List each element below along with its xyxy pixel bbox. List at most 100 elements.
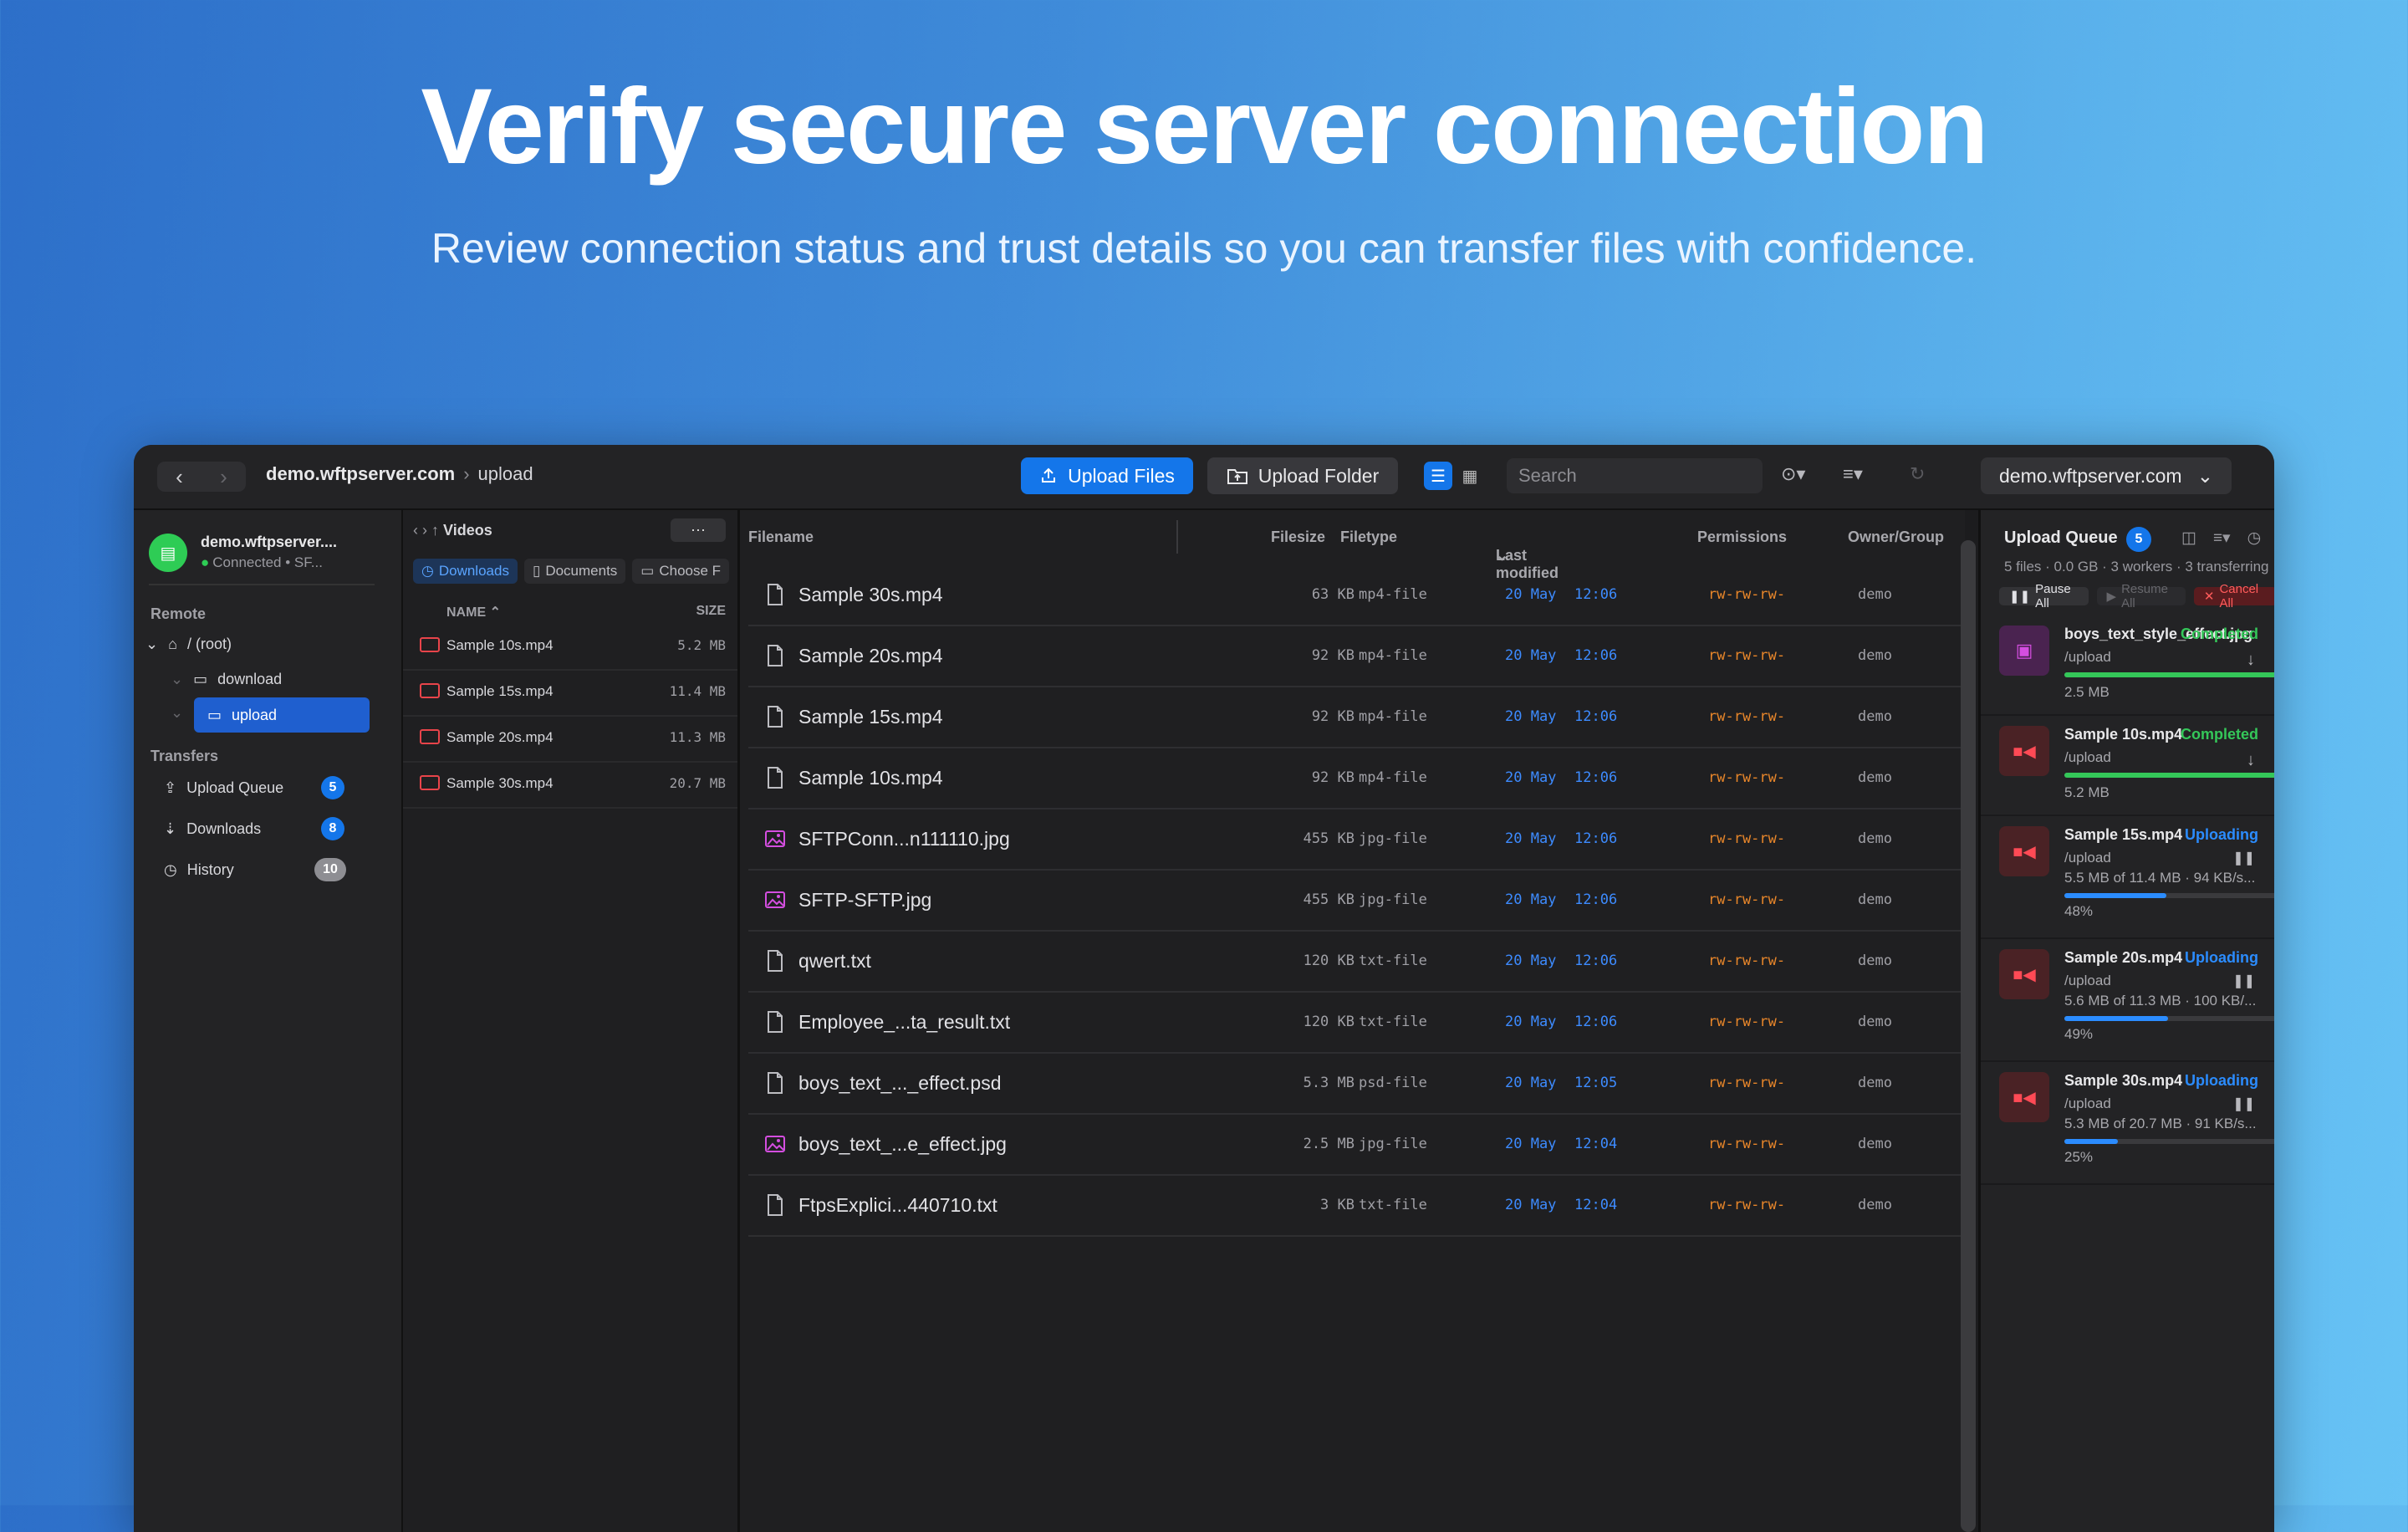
table-row[interactable]: Sample 20s.mp4 92 KB mp4-file 20 May 12:06 rw…: [748, 626, 1965, 687]
column-size[interactable]: SIZE: [696, 604, 726, 619]
file-name: Employee_...ta_result.txt: [798, 1011, 1011, 1033]
transfer-detail: 5.6 MB of 11.3 MB · 100 KB/...: [2064, 993, 2257, 1009]
pause-icon[interactable]: ❚❚: [2232, 1095, 2255, 1112]
chip-choose-folder[interactable]: ▭ Choose F: [632, 559, 730, 584]
scrollbar[interactable]: [1961, 540, 1976, 1532]
table-row[interactable]: boys_text_..._effect.psd 5.3 MB psd-file 20…: [748, 1054, 1965, 1115]
pause-icon[interactable]: ❚❚: [2232, 973, 2255, 989]
table-row[interactable]: boys_text_...e_effect.jpg 2.5 MB jpg-file 2…: [748, 1115, 1965, 1176]
sidebar-toggle-icon[interactable]: ◫: [2181, 529, 2196, 548]
modified-time: 12:04: [1574, 1136, 1618, 1152]
sort-menu-icon[interactable]: ≡▾: [2213, 529, 2231, 548]
sidebar-item-downloads[interactable]: ⇣ Downloads: [164, 820, 261, 838]
pause-icon[interactable]: ❚❚: [2232, 850, 2255, 866]
modified-date: 20 May: [1505, 830, 1557, 847]
list-item[interactable]: Sample 10s.mp4 5.2 MB: [403, 624, 737, 671]
list-item[interactable]: ■◀ Sample 30s.mp4 Uploading/upload 5.3 MB o…: [1981, 1060, 2274, 1185]
grid-view-icon[interactable]: ▦: [1456, 462, 1484, 490]
list-item[interactable]: ■◀ Sample 15s.mp4 Uploading/upload 5.5 MB o…: [1981, 815, 2274, 939]
back-icon[interactable]: ‹: [413, 522, 418, 539]
column-filename[interactable]: Filename: [748, 529, 814, 546]
chip-documents[interactable]: ▯ Documents: [523, 559, 626, 584]
queue-actions: ❚❚ Pause All ▶ Resume All ✕ Cancel All: [1999, 582, 2274, 610]
list-item[interactable]: ■◀ Sample 20s.mp4 Uploading/upload 5.6 MB o…: [1981, 937, 2274, 1062]
upload-folder-button[interactable]: Upload Folder: [1207, 457, 1398, 494]
chevron-down-icon[interactable]: ⌄: [171, 671, 183, 688]
progress-fill: [2064, 1016, 2169, 1021]
column-name[interactable]: NAME ⌃: [446, 604, 501, 620]
table-row[interactable]: Sample 15s.mp4 92 KB mp4-file 20 May 12:06 rw…: [748, 687, 1965, 748]
table-row[interactable]: FtpsExplici...440710.txt 3 KB txt-file 20 M…: [748, 1176, 1965, 1237]
list-item[interactable]: ■◀ Sample 10s.mp4 Completed/upload 5.2 MB ↓: [1981, 714, 2274, 816]
column-filetype[interactable]: Filetype: [1340, 529, 1397, 546]
queue-file-path: /upload: [2064, 649, 2111, 665]
ellipsis-icon[interactable]: ⋯: [671, 518, 726, 542]
column-permissions[interactable]: Permissions: [1697, 529, 1787, 546]
upload-files-button[interactable]: Upload Files: [1021, 457, 1193, 494]
list-item[interactable]: ▣ boys_text_style_effect.jpg Completed/upl…: [1981, 614, 2274, 716]
breadcrumb-host[interactable]: demo.wftpserver.com: [266, 463, 455, 484]
list-item[interactable]: Sample 15s.mp4 11.4 MB: [403, 670, 737, 717]
file-size: 92 KB: [1311, 769, 1354, 786]
forward-icon[interactable]: ›: [422, 522, 427, 539]
back-icon[interactable]: ‹: [157, 462, 202, 492]
transfer-detail: 5.2 MB: [2064, 784, 2110, 800]
table-row[interactable]: Sample 30s.mp4 63 KB mp4-file 20 May 12:06 rw…: [748, 565, 1965, 626]
file-thumbnail: ■◀: [1999, 1072, 2049, 1122]
queue-file-name: Sample 30s.mp4: [2064, 1072, 2183, 1089]
queue-file-path: /upload: [2064, 973, 2111, 988]
server-card[interactable]: ▤ demo.wftpserver.... ● Connected • SF...: [149, 529, 373, 575]
table-row[interactable]: Sample 10s.mp4 92 KB mp4-file 20 May 12:06 rw…: [748, 748, 1965, 809]
table-row[interactable]: SFTP-SFTP.jpg 455 KB jpg-file 20 May 12:06 rw…: [748, 871, 1965, 932]
owner-group: demo: [1858, 647, 1892, 664]
sidebar-item-upload-queue[interactable]: ⇪ Upload Queue: [164, 779, 283, 797]
chip-downloads[interactable]: ◷ Downloads: [413, 559, 518, 584]
download-arrow-icon[interactable]: ↓: [2247, 751, 2255, 770]
queue-file-name: Sample 15s.mp4: [2064, 826, 2183, 843]
more-options-icon[interactable]: ⊙▾: [1781, 463, 1805, 485]
owner-group: demo: [1858, 708, 1892, 725]
progress-fill: [2064, 773, 2274, 778]
chevron-down-icon[interactable]: ⌄: [145, 636, 158, 653]
chevron-down-icon[interactable]: ⌄: [171, 704, 183, 722]
refresh-icon[interactable]: ↻: [1910, 463, 1925, 485]
table-row[interactable]: Employee_...ta_result.txt 120 KB txt-file 2…: [748, 993, 1965, 1054]
table-row[interactable]: SFTPConn...n111110.jpg 455 KB jpg-file 20 M…: [748, 809, 1965, 871]
sort-menu-icon[interactable]: ≡▾: [1843, 463, 1863, 485]
column-filesize[interactable]: Filesize: [1271, 529, 1325, 546]
list-item[interactable]: Sample 20s.mp4 11.3 MB: [403, 716, 737, 763]
queue-file-path: /upload: [2064, 1095, 2111, 1111]
modified-time: 12:05: [1574, 1075, 1618, 1091]
tree-item-root[interactable]: ⌄ ⌂ / (root): [145, 636, 232, 653]
permissions: rw-rw-rw-: [1708, 952, 1786, 969]
search-input[interactable]: [1507, 458, 1763, 493]
modified-time: 12:06: [1574, 952, 1618, 969]
column-resizer[interactable]: [1176, 520, 1178, 554]
status-badge: Uploading: [2185, 949, 2258, 966]
up-arrow-icon[interactable]: ↑: [431, 522, 439, 539]
file-size: 20.7 MB: [669, 775, 726, 791]
tree-item-upload[interactable]: ▭ upload: [194, 697, 370, 733]
column-owner[interactable]: Owner/Group: [1848, 529, 1944, 546]
permissions: rw-rw-rw-: [1708, 830, 1786, 847]
table-row[interactable]: qwert.txt 120 KB txt-file 20 May 12:06 rw-rw-…: [748, 932, 1965, 993]
app-window: ‹ › demo.wftpserver.com › upload Upload Fi…: [134, 445, 2274, 1532]
tree-item-download[interactable]: ⌄ ▭ download: [171, 671, 282, 688]
list-view-icon[interactable]: ☰: [1424, 462, 1452, 490]
forward-icon[interactable]: ›: [202, 462, 246, 492]
hero-subtitle: Review connection status and trust detai…: [431, 225, 1977, 272]
resume-all-button[interactable]: ▶ Resume All: [2096, 582, 2186, 610]
server-select[interactable]: demo.wftpserver.com ⌄: [1981, 457, 2232, 494]
tree-item-label: download: [217, 671, 283, 687]
list-item[interactable]: Sample 30s.mp4 20.7 MB: [403, 762, 737, 809]
file-name: Sample 30s.mp4: [446, 775, 554, 791]
clock-icon[interactable]: ◷: [2247, 529, 2262, 548]
file-size: 120 KB: [1303, 952, 1354, 969]
sidebar-item-history[interactable]: ◷ History: [164, 861, 234, 879]
cancel-all-button[interactable]: ✕ Cancel All: [2193, 582, 2274, 610]
pause-all-button[interactable]: ❚❚ Pause All: [1999, 582, 2089, 610]
modified-date: 20 May: [1505, 1197, 1557, 1213]
file-size: 11.3 MB: [669, 729, 726, 745]
download-arrow-icon[interactable]: ↓: [2247, 651, 2255, 670]
file-name: FtpsExplici...440710.txt: [798, 1194, 997, 1216]
